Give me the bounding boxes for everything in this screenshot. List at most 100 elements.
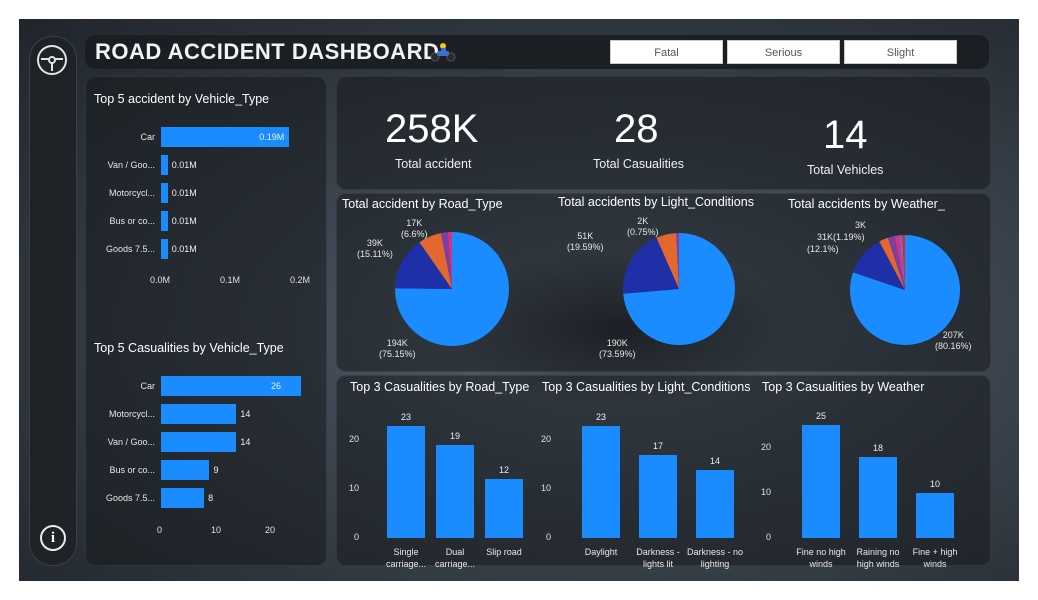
y-tick-label: 20 — [760, 441, 771, 452]
bar-value-label: 0.19M — [259, 132, 285, 142]
y-tick-label: 20 — [540, 434, 551, 445]
bar-value-label: 0.01M — [171, 244, 197, 254]
y-tick-label: 0 — [353, 532, 359, 542]
x-tick-label: 0.0M — [150, 275, 171, 285]
bar-value-label: 25 — [815, 411, 826, 422]
pie2-label-3: 2K (0.75%) — [627, 216, 659, 237]
slicer-slight[interactable]: Slight — [844, 40, 957, 64]
pie3-label-2-pct: (12.1%) — [807, 244, 839, 254]
bar-value-label: 12 — [498, 465, 509, 476]
bar-value-label: 18 — [872, 442, 883, 453]
title-bar: ROAD ACCIDENT DASHBOARD Fatal Serious Sl… — [85, 35, 989, 69]
bar-category-label: Van / Goo... — [107, 437, 155, 447]
x-tick-label: 0.2M — [290, 275, 311, 285]
kpi-total-vehicles-label: Total Vehicles — [807, 163, 884, 177]
pie2-label-1: 190K (73.59%) — [599, 338, 636, 359]
bar-category-label: Daylight — [584, 547, 618, 557]
bar-value-label: 23 — [400, 411, 411, 422]
bar — [639, 455, 677, 538]
bar-value-label: 14 — [240, 437, 251, 447]
bar-category-label: Motorcycl... — [108, 188, 155, 198]
bar — [802, 425, 840, 538]
bar-category-label: Car — [140, 381, 155, 391]
kpi-total-vehicles-value: 14 — [823, 113, 868, 157]
bar-value-label: 17 — [652, 441, 663, 452]
chart-title-casualities-vehicle: Top 5 Casualities by Vehicle_Type — [94, 341, 284, 355]
bar-value-label: 14 — [240, 409, 251, 419]
bar-value-label: 8 — [208, 493, 214, 503]
bar-category-label: Darkness - no lighting — [686, 547, 744, 569]
bar — [485, 479, 523, 538]
bar — [387, 425, 425, 538]
kpi-total-accident-label: Total accident — [395, 157, 472, 171]
bar-value-label: 14 — [709, 455, 720, 466]
pie3-label-3: 3K — [855, 220, 867, 230]
bar — [859, 456, 897, 538]
bar-category-label: Fine no high winds — [796, 547, 846, 569]
nav-rail: i — [29, 36, 77, 566]
pie1-label-2: 39K (15.11%) — [357, 238, 393, 259]
y-tick-label: 10 — [760, 486, 771, 497]
pie3-label-2: 31K(1.19%) — [817, 232, 865, 242]
y-tick-label: 20 — [348, 434, 359, 445]
bar-category-label: Raining no high winds — [856, 547, 900, 569]
y-tick-label: 0 — [765, 532, 771, 542]
bar-category-label: Car — [140, 132, 155, 142]
page-title: ROAD ACCIDENT DASHBOARD — [95, 39, 440, 64]
bar-category-label: Goods 7.5... — [105, 493, 155, 503]
pie-charts — [395, 232, 960, 346]
steering-wheel-icon[interactable] — [37, 45, 67, 75]
chart-title-accident-vehicle: Top 5 accident by Vehicle_Type — [94, 92, 270, 106]
pie3-label-1: 207K (80.16%) — [935, 330, 972, 351]
bar — [161, 432, 237, 452]
kpi-total-casualities-label: Total Casualities — [593, 157, 685, 171]
pie2-label-2: 51K (19.59%) — [567, 231, 604, 252]
dashboard-canvas: i ROAD ACCIDENT DASHBOARD Fatal Serious … — [19, 19, 1019, 581]
bar — [916, 492, 954, 538]
pie1-label-1: 194K (75.15%) — [379, 338, 416, 359]
bar-category-label: Slip road — [486, 547, 522, 557]
bar — [161, 183, 168, 203]
kpi-total-accident-value: 258K — [385, 107, 479, 151]
bar-category-label: Motorcycl... — [108, 409, 155, 419]
left-panel: Top 5 accident by Vehicle_Type Top 5 Cas… — [85, 76, 327, 566]
bar — [161, 404, 237, 424]
chart-title-top3-weather: Top 3 Casualities by Weather — [762, 380, 925, 394]
bar-value-label: 26 — [271, 381, 282, 391]
bar-value-label: 0.01M — [171, 216, 197, 226]
slicer-fatal[interactable]: Fatal — [610, 40, 723, 64]
pie1-label-3: 17K (6.6%) — [401, 218, 428, 239]
bar-category-label: Darkness - lights lit — [636, 547, 680, 569]
motorbike-rider-icon — [430, 43, 456, 62]
bar-value-label: 10 — [929, 478, 940, 489]
bar — [161, 488, 205, 508]
bar-value-label: 0.01M — [171, 188, 197, 198]
x-tick-label: 20 — [265, 525, 276, 535]
x-tick-label: 0 — [157, 525, 163, 535]
bar — [696, 469, 734, 538]
y-tick-label: 10 — [540, 483, 551, 494]
chart-title-top3-road: Top 3 Casualities by Road_Type — [350, 380, 530, 394]
slicer-serious[interactable]: Serious — [727, 40, 840, 64]
y-tick-label: 10 — [348, 483, 359, 494]
bar — [161, 211, 168, 231]
bar — [161, 155, 168, 175]
bar-value-label: 23 — [595, 411, 606, 422]
bar-category-label: Bus or co... — [109, 216, 155, 226]
bar — [161, 460, 210, 480]
bar-category-label: Goods 7.5... — [105, 244, 155, 254]
pie-panel: Total accident by Road_Type Total accide… — [336, 193, 991, 372]
bar — [436, 445, 474, 538]
kpi-panel: 258K Total accident 28 Total Casualities… — [336, 76, 991, 190]
chart-title-top3-light: Top 3 Casualities by Light_Conditions — [542, 380, 751, 394]
bar — [582, 425, 620, 538]
bar-value-label: 0.01M — [171, 160, 197, 170]
bar-value-label: 9 — [213, 465, 219, 475]
y-tick-label: 0 — [545, 532, 551, 542]
kpi-total-casualities-value: 28 — [614, 107, 659, 151]
bar — [161, 239, 168, 259]
info-icon[interactable]: i — [40, 525, 66, 551]
column-panel: Top 3 Casualities by Road_Type Top 3 Cas… — [336, 375, 991, 569]
bar-category-label: Van / Goo... — [107, 160, 155, 170]
x-tick-label: 0.1M — [220, 275, 241, 285]
